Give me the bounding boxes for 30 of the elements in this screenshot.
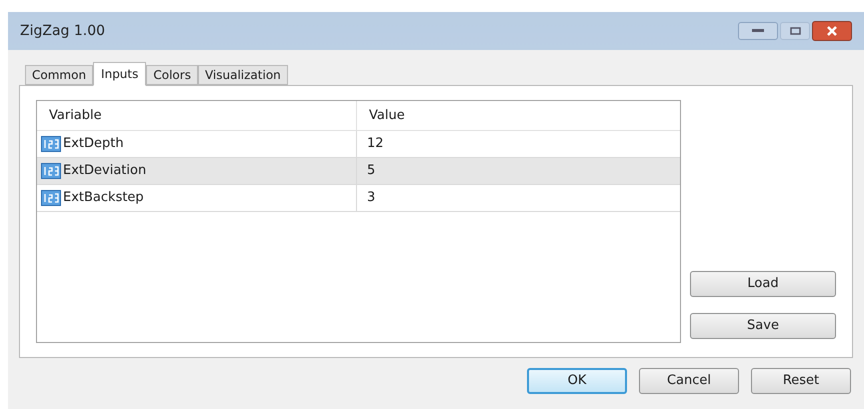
reset-button[interactable]: Reset: [751, 368, 851, 394]
close-icon: [827, 26, 837, 36]
window-title: ZigZag 1.00: [20, 22, 106, 40]
column-header[interactable]: Value: [369, 106, 405, 126]
tab[interactable]: Common: [25, 65, 94, 85]
value-cell[interactable]: 5: [367, 161, 376, 181]
tab[interactable]: Inputs: [93, 62, 146, 86]
maximize-icon: [790, 27, 800, 35]
load-button[interactable]: Load: [690, 271, 836, 297]
variable-name: ExtBackstep: [63, 189, 144, 208]
variable-name: ExtDepth: [63, 135, 124, 154]
minimize-icon: [752, 29, 764, 33]
maximize-button[interactable]: [780, 22, 810, 40]
value-cell[interactable]: 12: [367, 134, 384, 154]
table-row[interactable]: ExtDepth 12: [37, 131, 680, 158]
variable-name: ExtDeviation: [63, 162, 146, 180]
tab[interactable]: Colors: [146, 65, 198, 85]
cancel-button[interactable]: Cancel: [639, 368, 739, 394]
close-button[interactable]: [812, 21, 852, 41]
column-header[interactable]: Variable: [49, 106, 102, 126]
tab[interactable]: Visualization: [198, 65, 288, 85]
save-button[interactable]: Save: [690, 313, 836, 339]
number-type-icon: [41, 190, 61, 206]
value-cell[interactable]: 3: [367, 188, 376, 208]
table-row[interactable]: ExtBackstep 3: [37, 185, 680, 212]
ok-button[interactable]: OK: [527, 368, 627, 394]
number-type-icon: [41, 163, 61, 179]
minimize-button[interactable]: [738, 22, 778, 40]
number-type-icon: [41, 136, 61, 152]
table-row[interactable]: ExtDeviation 5: [37, 158, 680, 185]
